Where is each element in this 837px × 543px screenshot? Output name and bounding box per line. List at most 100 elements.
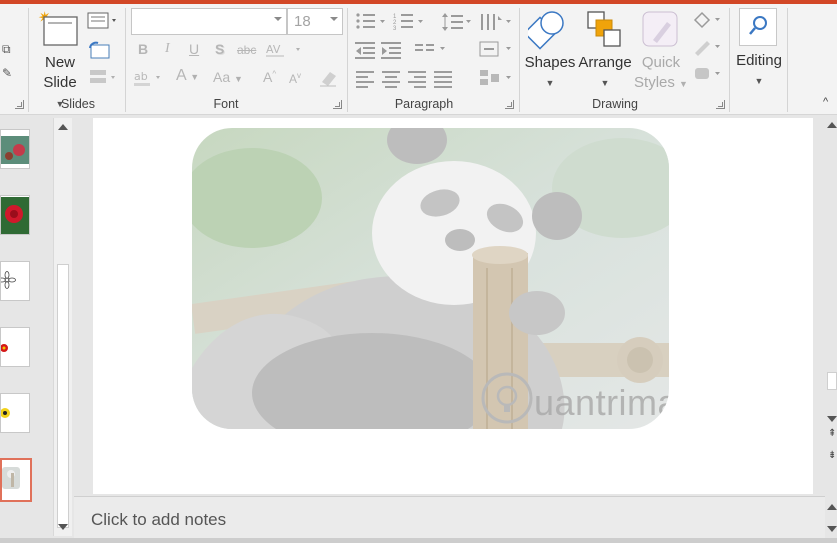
previous-slide-icon[interactable]: ⇞ [828, 428, 836, 439]
shapes-icon[interactable] [523, 10, 570, 55]
numbering-icon[interactable]: 123 [393, 12, 427, 37]
font-color-glyph: A [176, 67, 186, 84]
format-painter-icon[interactable]: ✎ [2, 66, 12, 80]
align-text-icon[interactable] [479, 41, 513, 64]
reset-slide-icon[interactable] [87, 40, 111, 65]
slide-thumbnail-2[interactable] [0, 195, 30, 235]
align-center-icon[interactable] [382, 71, 400, 91]
red-flower-thumbnail [1, 130, 29, 168]
font-color-button[interactable]: A ▼ [176, 67, 199, 85]
notes-pane[interactable]: Click to add notes [74, 496, 825, 538]
panda-picture[interactable]: uantrimang [192, 128, 669, 429]
collapse-ribbon-icon[interactable]: ^ [823, 96, 828, 108]
line-spacing-icon[interactable] [441, 12, 475, 37]
font-dialog-launcher[interactable] [333, 100, 342, 109]
group-separator [729, 8, 730, 112]
svg-text:AV: AV [266, 43, 281, 56]
editor-scrollbar[interactable]: ⇞ ⇟ [825, 116, 837, 496]
shape-fill-icon[interactable] [692, 10, 724, 35]
clipboard-dialog-launcher[interactable] [15, 100, 24, 109]
slide-thumbnail-5[interactable] [0, 393, 30, 433]
notes-placeholder: Click to add notes [91, 510, 227, 529]
bold-button[interactable]: B [138, 41, 148, 57]
rose-thumbnail [1, 196, 29, 234]
find-icon[interactable] [739, 8, 777, 46]
bullets-icon[interactable] [355, 12, 389, 37]
new-slide-icon[interactable]: ✷ [38, 8, 80, 48]
next-slide-icon[interactable]: ⇟ [828, 450, 836, 461]
justify-icon[interactable] [434, 71, 452, 91]
arrange-label: Arrange [578, 54, 632, 71]
scrollbar-thumb[interactable] [57, 264, 69, 528]
editing-button[interactable]: Editing ▼ [732, 51, 786, 91]
text-direction-icon[interactable] [479, 12, 513, 37]
scroll-down-icon[interactable] [58, 524, 68, 530]
watermark-text: uantrimang [534, 382, 669, 423]
font-size-value: 18 [294, 13, 311, 30]
increase-font-glyph: A [263, 69, 273, 85]
window-bottom-edge [0, 538, 837, 543]
group-separator [519, 8, 520, 112]
slide-thumbnail-6[interactable] [0, 458, 32, 502]
copy-icon[interactable]: ⧉ [2, 42, 11, 57]
font-name-box[interactable] [131, 8, 287, 35]
slide-thumbnail-1[interactable] [0, 129, 30, 169]
chevron-down-icon [274, 17, 282, 21]
strikethrough-button[interactable]: abc [237, 43, 256, 57]
arrange-icon[interactable] [586, 10, 628, 55]
arrange-button[interactable]: Arrange ▼ [576, 53, 634, 93]
clear-formatting-icon[interactable] [318, 68, 340, 93]
change-case-glyph: Aa [213, 69, 231, 85]
scroll-up-icon[interactable] [58, 124, 68, 130]
thumbnail-scrollbar[interactable] [53, 118, 72, 536]
underline-button[interactable]: U [189, 41, 199, 57]
shape-effects-icon[interactable] [692, 64, 724, 89]
editing-label: Editing [736, 52, 782, 69]
italic-button[interactable]: I [165, 41, 170, 57]
svg-text:3: 3 [393, 26, 397, 32]
scroll-down-icon[interactable] [827, 416, 837, 422]
drawing-group-label: Drawing [592, 97, 638, 111]
scrollbar-thumb[interactable] [827, 372, 837, 390]
text-shadow-button[interactable]: S [215, 41, 224, 57]
shapes-button[interactable]: Shapes ▼ [524, 53, 576, 93]
shape-outline-icon[interactable] [692, 37, 724, 62]
new-slide-label-top: New [44, 54, 75, 71]
increase-indent-icon[interactable] [381, 41, 403, 64]
character-spacing-icon[interactable]: AV [266, 41, 306, 64]
drawing-dialog-launcher[interactable] [716, 100, 725, 109]
align-right-icon[interactable] [408, 71, 426, 91]
change-case-button[interactable]: Aa ▼ [213, 69, 243, 85]
quick-styles-icon[interactable] [641, 10, 681, 55]
decrease-font-glyph: A [289, 72, 298, 86]
scroll-down-icon[interactable] [827, 526, 837, 532]
font-group-label: Font [213, 97, 239, 111]
slide-thumbnail-3[interactable] [0, 261, 30, 301]
layout-icon[interactable] [87, 12, 119, 35]
quick-styles-button[interactable]: Quick Styles ▼ [634, 53, 688, 94]
decrease-font-button[interactable]: Av [289, 71, 301, 86]
scroll-up-icon[interactable] [827, 504, 837, 510]
section-icon[interactable] [87, 68, 119, 91]
outline-flower-thumbnail [1, 262, 29, 300]
decrease-indent-icon[interactable] [355, 41, 377, 64]
paragraph-dialog-launcher[interactable] [505, 100, 514, 109]
panda-thumbnail [2, 460, 30, 500]
chevron-down-icon: ▼ [545, 78, 555, 88]
smartart-icon[interactable] [479, 68, 513, 93]
chevron-down-icon: ▼ [754, 76, 764, 86]
slides-group-label: Slides [60, 97, 96, 111]
yellow-flower-thumbnail [1, 394, 29, 432]
increase-font-button[interactable]: A^ [263, 69, 276, 85]
slide-thumbnail-4[interactable] [0, 327, 30, 367]
red-flower-clipart-thumbnail [1, 328, 29, 366]
font-size-box[interactable]: 18 [287, 8, 343, 35]
chevron-down-icon [330, 17, 338, 21]
quick-styles-label-bottom: Styles ▼ [634, 74, 688, 91]
highlight-icon[interactable]: ab [134, 68, 164, 93]
quick-styles-label-top: Quick [641, 54, 681, 71]
scroll-up-icon[interactable] [827, 122, 837, 128]
notes-scrollbar[interactable] [826, 498, 837, 538]
align-left-icon[interactable] [356, 71, 374, 91]
columns-icon[interactable] [415, 41, 449, 64]
